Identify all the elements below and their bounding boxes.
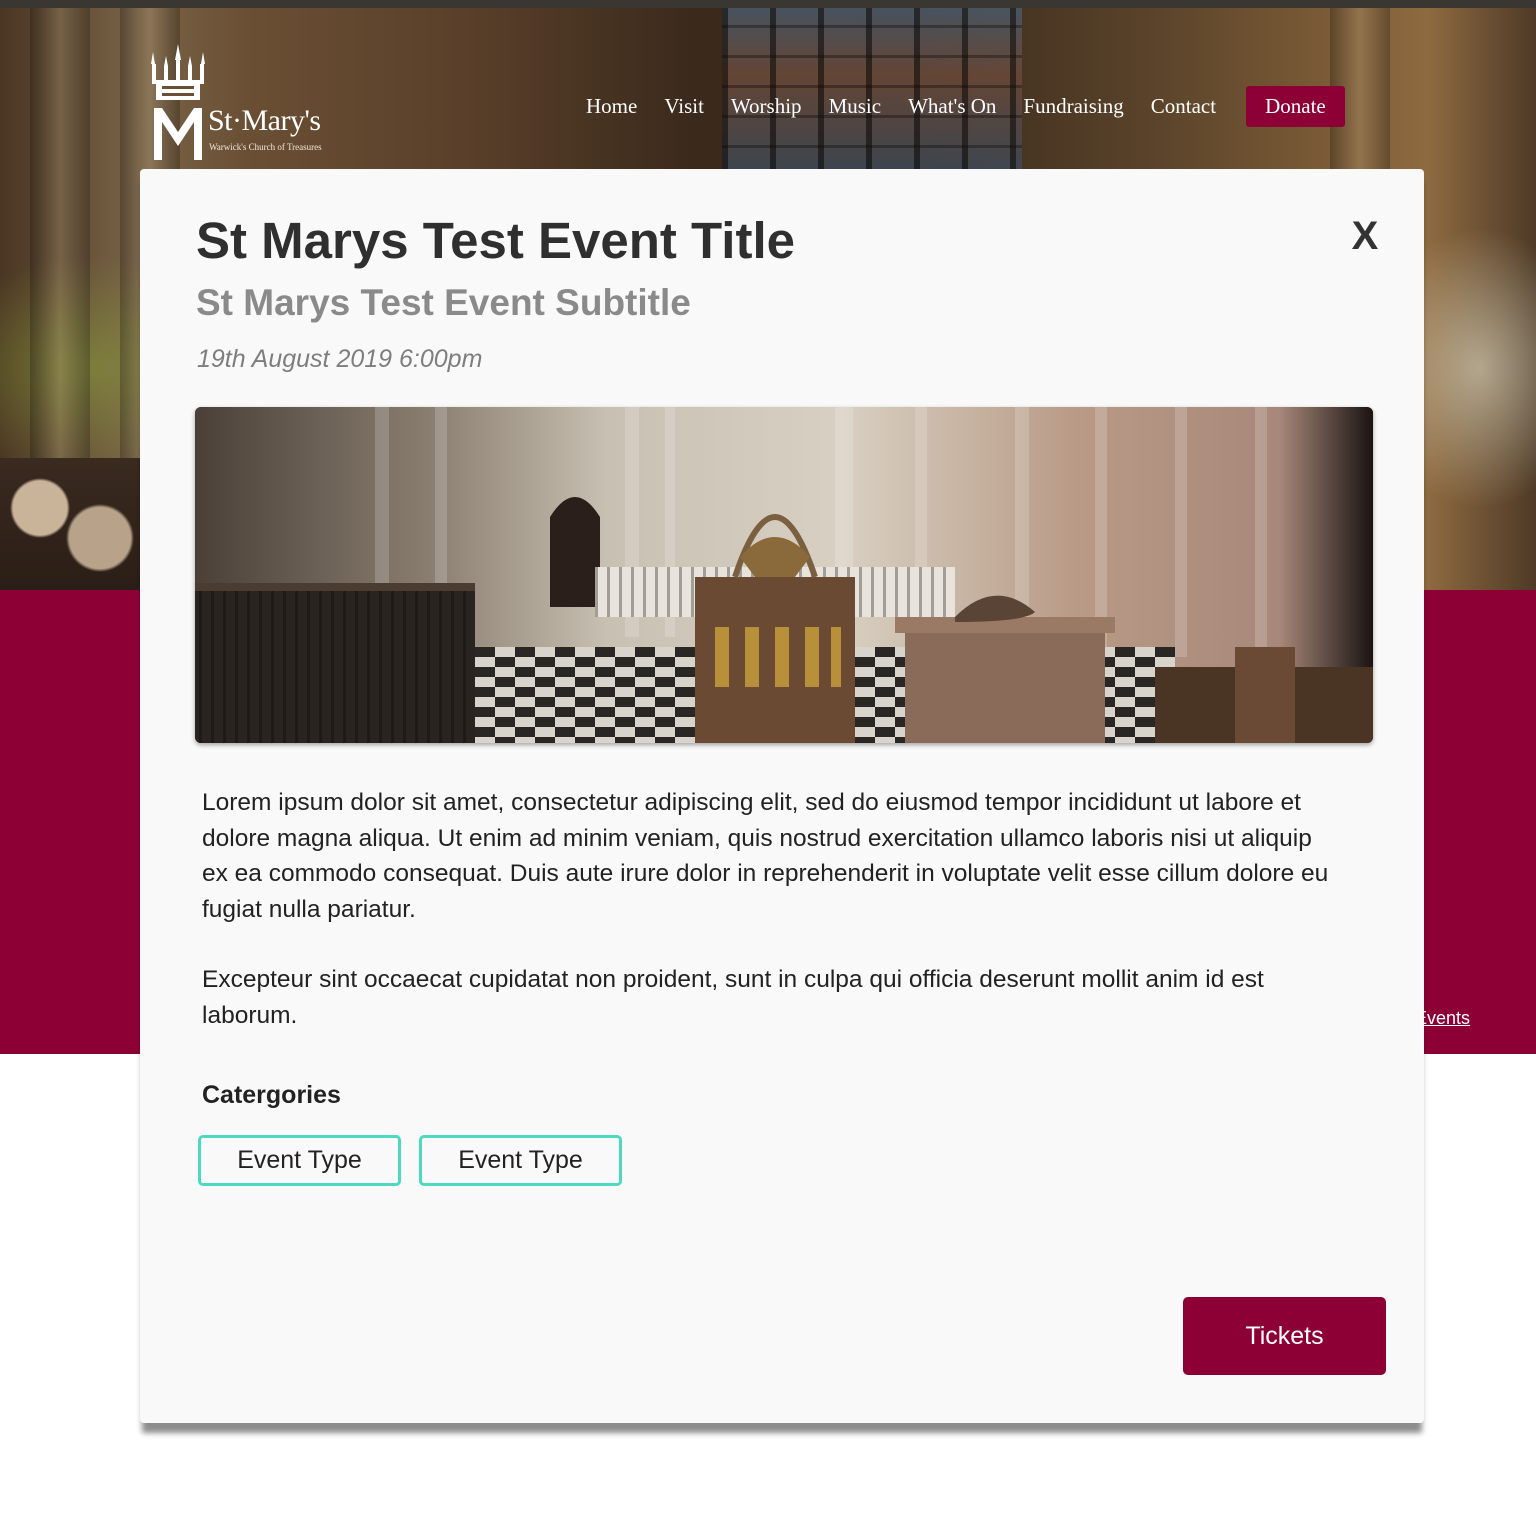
event-title: St Marys Test Event Title: [196, 212, 795, 269]
brand-name: St·Mary's: [208, 104, 321, 137]
description-paragraph: Lorem ipsum dolor sit amet, consectetur …: [202, 789, 1329, 923]
nav-fundraising[interactable]: Fundraising: [1023, 94, 1123, 119]
categories-heading: Catergories: [202, 1081, 341, 1109]
event-description: Lorem ipsum dolor sit amet, consectetur …: [202, 785, 1332, 1033]
event-image: [195, 407, 1373, 743]
nav-music[interactable]: Music: [829, 94, 882, 119]
donate-button[interactable]: Donate: [1246, 85, 1345, 127]
brand-tagline: Warwick's Church of Treasures: [209, 142, 322, 152]
event-subtitle: St Marys Test Event Subtitle: [196, 282, 691, 323]
category-tags: Event Type Event Type: [198, 1135, 640, 1186]
browser-top-edge: [0, 0, 1536, 8]
nav-worship[interactable]: Worship: [731, 94, 802, 119]
site-logo[interactable]: St·Mary's Warwick's Church of Treasures: [150, 42, 350, 162]
main-navigation: Home Visit Worship Music What's On Fundr…: [586, 84, 1345, 128]
description-paragraph: Excepteur sint occaecat cupidatat non pr…: [202, 966, 1264, 1029]
church-logo-icon: [151, 44, 205, 160]
nav-visit[interactable]: Visit: [664, 94, 704, 119]
event-modal: St Marys Test Event Title St Marys Test …: [140, 169, 1424, 1423]
nav-whats-on[interactable]: What's On: [908, 94, 996, 119]
nav-contact[interactable]: Contact: [1151, 94, 1216, 119]
category-tag[interactable]: Event Type: [198, 1135, 401, 1186]
nav-home[interactable]: Home: [586, 94, 637, 119]
category-tag[interactable]: Event Type: [419, 1135, 622, 1186]
close-icon[interactable]: X: [1340, 211, 1390, 261]
event-date: 19th August 2019 6:00pm: [197, 345, 483, 373]
tickets-button[interactable]: Tickets: [1183, 1297, 1386, 1375]
